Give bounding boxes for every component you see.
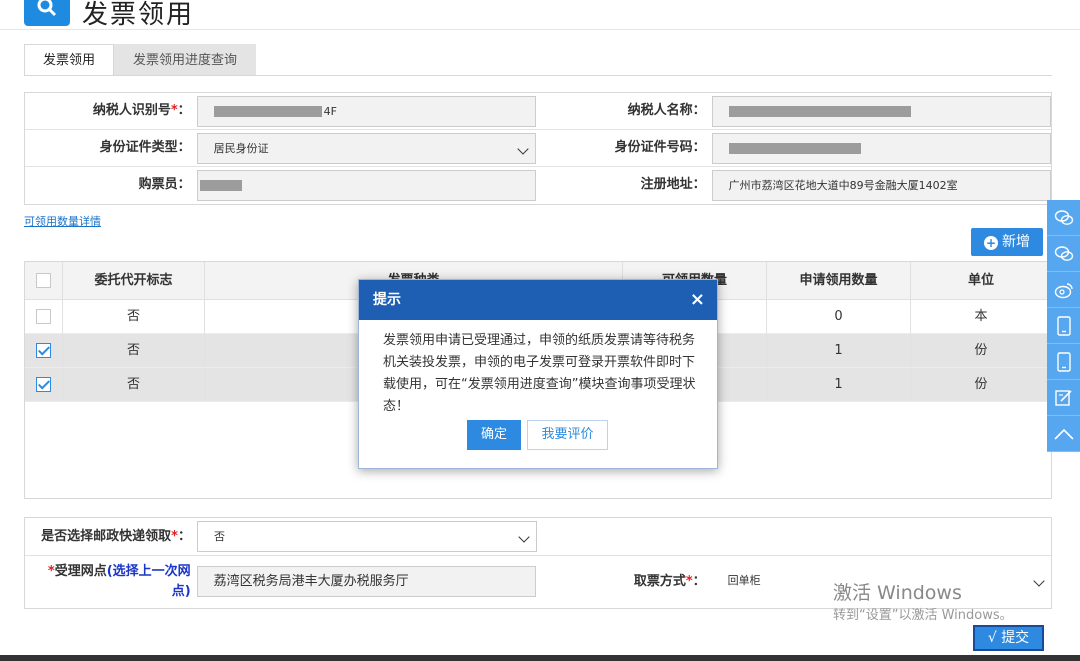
evaluate-button[interactable]: 我要评价 [527,420,608,450]
confirm-button[interactable]: 确定 [467,420,521,450]
dialog-title: 提示 [373,292,401,308]
dialog-header: 提示 × [359,280,717,320]
notice-dialog: 提示 × 发票领用申请已受理通过，申领的纸质发票请等待税务机关装投发票，申领的电… [358,279,718,469]
dialog-message: 发票领用申请已受理通过，申领的纸质发票请等待税务机关装投发票，申领的电子发票可登… [383,333,696,414]
close-icon[interactable]: × [690,280,705,320]
